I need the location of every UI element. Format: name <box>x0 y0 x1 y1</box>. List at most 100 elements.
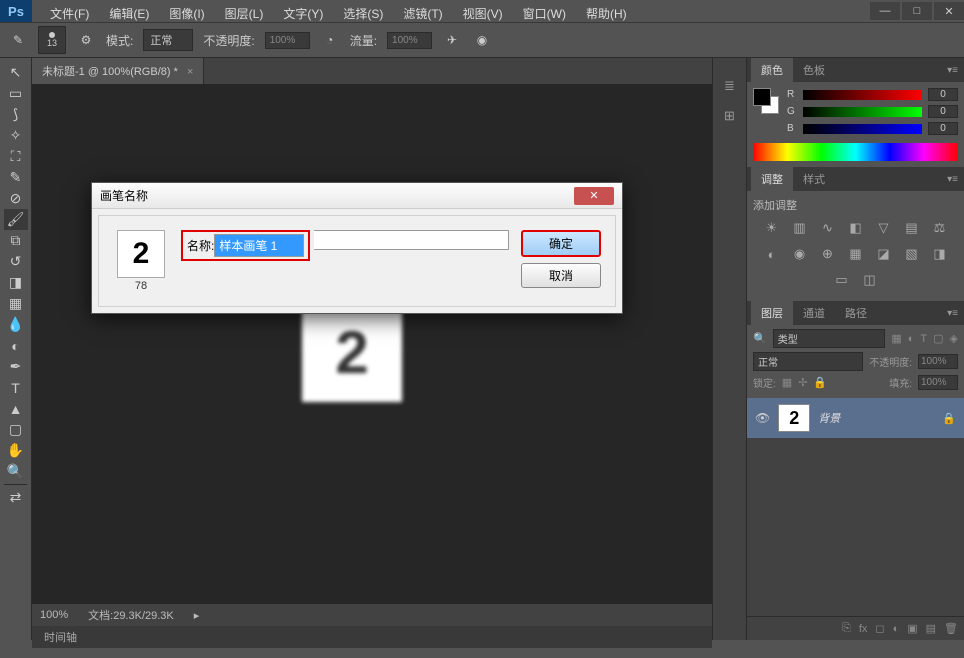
threshold-icon[interactable]: ◨ <box>930 245 950 263</box>
lock-all-icon[interactable]: 🔒 <box>813 376 827 389</box>
menu-image[interactable]: 图像(I) <box>159 3 214 24</box>
menu-layer[interactable]: 图层(L) <box>215 3 274 24</box>
color-spectrum[interactable] <box>753 143 958 161</box>
vibrance-icon[interactable]: ▽ <box>874 219 894 237</box>
dialog-titlebar[interactable]: 画笔名称 ✕ <box>92 183 622 209</box>
path-select-tool[interactable]: ▲ <box>4 398 28 419</box>
delete-layer-icon[interactable]: 🗑 <box>944 622 958 635</box>
layers-panel-menu-icon[interactable]: ▾≡ <box>941 308 964 319</box>
posterize-icon[interactable]: ▧ <box>902 245 922 263</box>
layer-style-icon[interactable]: fx <box>859 623 868 635</box>
status-chevron-icon[interactable]: ▸ <box>194 609 200 622</box>
menu-filter[interactable]: 滤镜(T) <box>393 3 452 24</box>
tab-adjustments[interactable]: 调整 <box>751 167 793 191</box>
brush-name-input[interactable]: 样本画笔 1 <box>214 234 304 257</box>
dialog-close-button[interactable]: ✕ <box>574 187 614 205</box>
curves-icon[interactable]: ∿ <box>818 219 838 237</box>
tool-preset-icon[interactable]: ✎ <box>8 30 28 50</box>
zoom-tool[interactable]: 🔍 <box>4 461 28 482</box>
layer-fill-input[interactable]: 100% <box>918 375 958 390</box>
selective-color-icon[interactable]: ◫ <box>860 271 880 289</box>
b-slider[interactable] <box>803 124 922 134</box>
tab-channels[interactable]: 通道 <box>793 301 835 325</box>
blend-mode-select[interactable]: 正常 <box>143 29 193 51</box>
menu-select[interactable]: 选择(S) <box>333 3 393 24</box>
bw-icon[interactable]: ◐ <box>762 245 782 263</box>
gradient-tool[interactable]: ▦ <box>4 293 28 314</box>
lock-position-icon[interactable]: ✢ <box>798 376 807 389</box>
ok-button[interactable]: 确定 <box>521 230 601 257</box>
filter-type-icon[interactable]: T <box>920 333 927 345</box>
layer-blend-mode-select[interactable]: 正常 <box>753 352 863 371</box>
tab-styles[interactable]: 样式 <box>793 167 835 191</box>
magic-wand-tool[interactable]: ✧ <box>4 125 28 146</box>
new-adjustment-icon[interactable]: ◐ <box>893 623 900 635</box>
pressure-opacity-icon[interactable]: ◔ <box>320 30 340 50</box>
properties-panel-icon[interactable]: ⊞ <box>718 106 742 126</box>
brush-panel-icon[interactable]: ⚙ <box>76 30 96 50</box>
hand-tool[interactable]: ✋ <box>4 440 28 461</box>
balance-icon[interactable]: ⚖ <box>930 219 950 237</box>
minimize-button[interactable]: — <box>870 2 900 20</box>
menu-help[interactable]: 帮助(H) <box>576 3 637 24</box>
gradient-map-icon[interactable]: ▭ <box>832 271 852 289</box>
layer-opacity-input[interactable]: 100% <box>918 354 958 369</box>
new-group-icon[interactable]: ▣ <box>907 622 917 635</box>
filter-smart-icon[interactable]: ◈ <box>950 332 958 345</box>
menu-type[interactable]: 文字(Y) <box>273 3 333 24</box>
lookup-icon[interactable]: ▦ <box>846 245 866 263</box>
photo-filter-icon[interactable]: ◉ <box>790 245 810 263</box>
search-icon[interactable]: 🔍 <box>753 332 767 345</box>
dodge-tool[interactable]: ◐ <box>4 335 28 356</box>
zoom-level[interactable]: 100% <box>40 609 68 621</box>
marquee-tool[interactable]: ▭ <box>4 83 28 104</box>
filter-adjust-icon[interactable]: ◐ <box>908 333 915 345</box>
invert-icon[interactable]: ◪ <box>874 245 894 263</box>
layer-name[interactable]: 背景 <box>818 410 934 426</box>
cancel-button[interactable]: 取消 <box>521 263 601 288</box>
link-layers-icon[interactable]: ⎘ <box>842 622 851 635</box>
b-value[interactable]: 0 <box>928 122 958 135</box>
channel-mixer-icon[interactable]: ⊕ <box>818 245 838 263</box>
menu-view[interactable]: 视图(V) <box>453 3 513 24</box>
tab-color[interactable]: 颜色 <box>751 58 793 82</box>
close-tab-icon[interactable]: × <box>187 66 193 78</box>
g-value[interactable]: 0 <box>928 105 958 118</box>
layer-mask-icon[interactable]: ◻ <box>875 622 884 635</box>
brush-name-input-rest[interactable] <box>314 230 509 250</box>
opacity-input[interactable]: 100% <box>265 32 310 49</box>
menu-edit[interactable]: 编辑(E) <box>99 3 159 24</box>
move-tool[interactable]: ↖ <box>4 62 28 83</box>
r-slider[interactable] <box>803 90 922 100</box>
crop-tool[interactable]: ⛶ <box>4 146 28 167</box>
flow-input[interactable]: 100% <box>387 32 432 49</box>
clone-stamp-tool[interactable]: ⧉ <box>4 230 28 251</box>
visibility-icon[interactable]: 👁 <box>755 411 770 425</box>
layer-thumbnail[interactable]: 2 <box>778 404 810 432</box>
history-panel-icon[interactable]: ≣ <box>718 76 742 96</box>
color-swatches[interactable] <box>753 88 779 114</box>
filter-pixel-icon[interactable]: ▦ <box>891 332 901 345</box>
close-window-button[interactable]: ✕ <box>934 2 964 20</box>
menu-file[interactable]: 文件(F) <box>40 3 99 24</box>
adjustments-panel-menu-icon[interactable]: ▾≡ <box>941 174 964 185</box>
maximize-button[interactable]: □ <box>902 2 932 20</box>
tab-paths[interactable]: 路径 <box>835 301 877 325</box>
pressure-size-icon[interactable]: ◉ <box>472 30 492 50</box>
new-layer-icon[interactable]: ▤ <box>926 622 936 635</box>
document-tab[interactable]: 未标题-1 @ 100%(RGB/8) * × <box>32 58 204 84</box>
brush-tool[interactable]: 🖌 <box>4 209 28 230</box>
type-tool[interactable]: T <box>4 377 28 398</box>
canvas[interactable]: 2 <box>32 84 712 604</box>
r-value[interactable]: 0 <box>928 88 958 101</box>
filter-shape-icon[interactable]: ▢ <box>933 332 943 345</box>
g-slider[interactable] <box>803 107 922 117</box>
layer-filter-select[interactable]: 类型 <box>773 329 886 348</box>
brightness-icon[interactable]: ☀ <box>762 219 782 237</box>
history-brush-tool[interactable]: ↺ <box>4 251 28 272</box>
eyedropper-tool[interactable]: ✎ <box>4 167 28 188</box>
eraser-tool[interactable]: ◨ <box>4 272 28 293</box>
tab-layers[interactable]: 图层 <box>751 301 793 325</box>
brush-preset-picker[interactable]: 13 <box>38 26 66 54</box>
pen-tool[interactable]: ✒ <box>4 356 28 377</box>
